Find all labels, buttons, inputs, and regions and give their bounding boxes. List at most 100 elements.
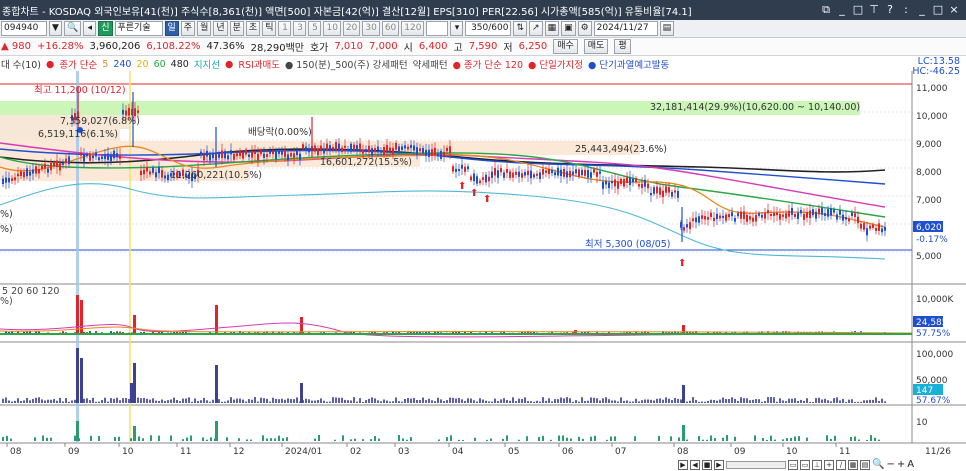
legend-item[interactable]: 대 수(10): [1, 57, 41, 71]
candle-body: [434, 147, 436, 156]
close-icon[interactable]: ×: [948, 3, 960, 17]
help-icon[interactable]: ?: [884, 3, 896, 17]
legend-item[interactable]: ● 종가 단순 120: [453, 57, 523, 71]
minute-step-10[interactable]: 10: [323, 21, 341, 36]
minute-step-20[interactable]: 20: [342, 21, 361, 36]
step-input[interactable]: [426, 21, 449, 36]
table-icon[interactable]: ▦: [544, 21, 560, 36]
legend-item[interactable]: 480: [171, 59, 189, 70]
candle-body: [476, 176, 478, 184]
trade-bar: [236, 398, 238, 403]
legend-item[interactable]: RSI과매도: [238, 57, 280, 71]
evaluate-button[interactable]: 평: [614, 39, 631, 54]
compare-icon[interactable]: ⇅: [513, 21, 528, 36]
legend-item[interactable]: 60: [154, 59, 166, 70]
font-size-icon[interactable]: A: [907, 459, 914, 470]
restore-icon[interactable]: ⧉: [820, 3, 832, 17]
trade-bar: [407, 398, 409, 403]
legend-item[interactable]: ● 단일가지정: [528, 57, 583, 71]
candle-body: [500, 168, 502, 173]
minute-step-60[interactable]: 60: [381, 21, 400, 36]
tab-period-second[interactable]: 초: [245, 21, 261, 36]
legend-item[interactable]: 240: [113, 59, 131, 70]
step-dropdown-icon[interactable]: ▾: [450, 21, 464, 36]
stock-chart[interactable]: ⬆ ⬆ ⬆ ⬆ 최고 11,200 (10/12) 최저 5,300 (08/0…: [0, 57, 966, 458]
scroll-left-icon[interactable]: ◀: [690, 459, 700, 470]
trade-bar: [224, 401, 226, 403]
legend-item[interactable]: 5: [102, 59, 108, 70]
window-box-icon[interactable]: □: [932, 3, 944, 17]
stop-icon[interactable]: ■: [702, 459, 712, 470]
trend-icon[interactable]: ∕: [836, 459, 846, 470]
legend-item[interactable]: ●: [225, 59, 233, 70]
scroll-right-icon[interactable]: ▶: [714, 459, 724, 470]
candle-body: [302, 144, 304, 149]
prev-stock-icon[interactable]: ◂: [83, 21, 97, 36]
trade-spike: [80, 358, 83, 403]
trade-bar: [158, 400, 160, 403]
legend-item[interactable]: ● 150(분)_500(주) 강세패턴: [285, 57, 408, 71]
mini-bar: [206, 439, 208, 441]
minimize-icon[interactable]: _: [916, 3, 928, 17]
tab-period-tick[interactable]: 틱: [262, 21, 277, 36]
tab-period-year[interactable]: 년: [213, 21, 228, 36]
pin-icon[interactable]: ⊤: [868, 3, 880, 17]
candle-body: [716, 213, 718, 220]
zoom-range-icon[interactable]: ▭: [800, 459, 810, 470]
grid-icon[interactable]: ▤: [860, 459, 870, 470]
dropdown-icon[interactable]: ▼: [49, 21, 62, 36]
date-input[interactable]: 2024/11/27: [593, 21, 658, 36]
magnifier-icon[interactable]: 🔍: [872, 459, 884, 470]
maximize-icon[interactable]: □: [852, 3, 864, 17]
count-input[interactable]: 350/600: [465, 21, 512, 36]
sell-button[interactable]: 매도: [583, 39, 609, 54]
trade-bar: [446, 400, 448, 403]
legend-item[interactable]: 약세패턴: [413, 57, 448, 71]
stock-code-input[interactable]: 094940: [1, 21, 47, 36]
ruler-icon[interactable]: ⊥: [812, 459, 822, 470]
minimize-window-icon[interactable]: _: [836, 3, 848, 17]
minute-step-120[interactable]: 120: [401, 21, 425, 36]
save-icon[interactable]: ▣: [561, 21, 576, 36]
mini-bar: [226, 437, 228, 441]
legend-item[interactable]: 지지선: [194, 57, 220, 71]
play-icon[interactable]: ▶: [678, 459, 688, 470]
legend-item[interactable]: 20: [136, 59, 148, 70]
search-icon[interactable]: 🔍: [64, 21, 82, 36]
minute-step-1[interactable]: 1: [278, 21, 292, 36]
tab-period-minute[interactable]: 분: [229, 21, 244, 36]
zoom-reset-icon[interactable]: ▭: [788, 459, 798, 470]
tab-period-week[interactable]: 주: [180, 21, 196, 36]
candle-body: [503, 172, 505, 178]
trade-bar: [491, 401, 493, 403]
zoom-in-icon[interactable]: +: [897, 459, 905, 470]
mini-bar: [2, 437, 4, 441]
calendar-icon[interactable]: ▤: [659, 21, 675, 36]
candle-body: [482, 177, 484, 180]
minute-step-3[interactable]: 3: [293, 21, 307, 36]
fill-icon[interactable]: ▦: [848, 459, 858, 470]
settings-icon[interactable]: ⚙: [577, 21, 592, 36]
minute-step-5[interactable]: 5: [308, 21, 322, 36]
trade-bar: [47, 399, 49, 403]
tab-period-day[interactable]: 일: [164, 21, 179, 36]
buy-button[interactable]: 매수: [553, 39, 578, 54]
legend-item[interactable]: ●: [46, 59, 54, 70]
mini-bar: [186, 437, 188, 441]
scroll-bar[interactable]: [726, 460, 786, 469]
zoom-out-icon[interactable]: −: [886, 459, 894, 470]
crosshair-icon[interactable]: +: [824, 459, 834, 470]
mini-bar: [782, 439, 784, 441]
legend-item[interactable]: 종가 단순: [59, 57, 97, 71]
drawing-tool-icon[interactable]: ↗: [529, 21, 543, 36]
legend-item[interactable]: ● 단기과열예고발동: [588, 57, 669, 71]
x-tick-label: 09: [734, 447, 746, 457]
candle-body: [146, 167, 148, 172]
annotation-dividend: 배당락(0.00%): [248, 126, 312, 138]
trade-bar: [194, 398, 196, 403]
tab-period-month[interactable]: 월: [197, 21, 212, 36]
candle-body: [389, 147, 391, 152]
minute-step-30[interactable]: 30: [362, 21, 380, 36]
candle-body: [758, 213, 760, 216]
trade-bar: [731, 397, 733, 403]
